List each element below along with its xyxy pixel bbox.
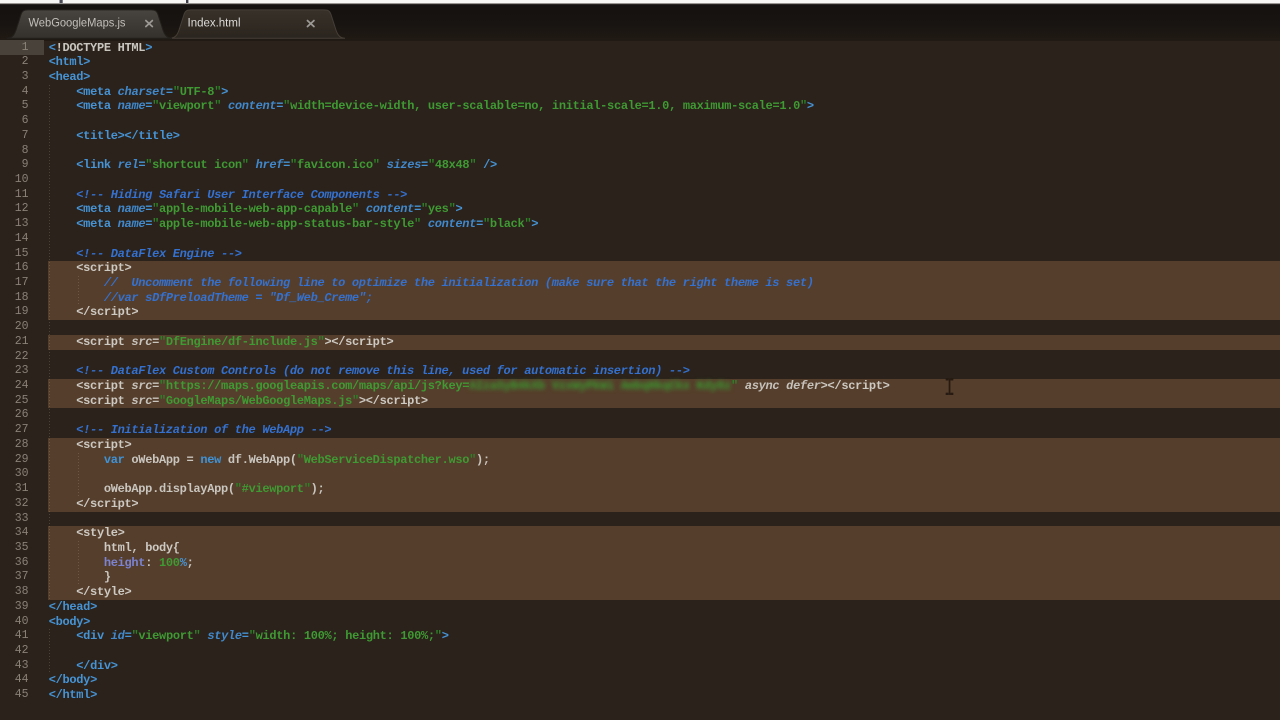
svg-text:Index.html: Index.html [188,16,241,30]
svg-text:WebGoogleMaps.js: WebGoogleMaps.js [29,16,126,30]
